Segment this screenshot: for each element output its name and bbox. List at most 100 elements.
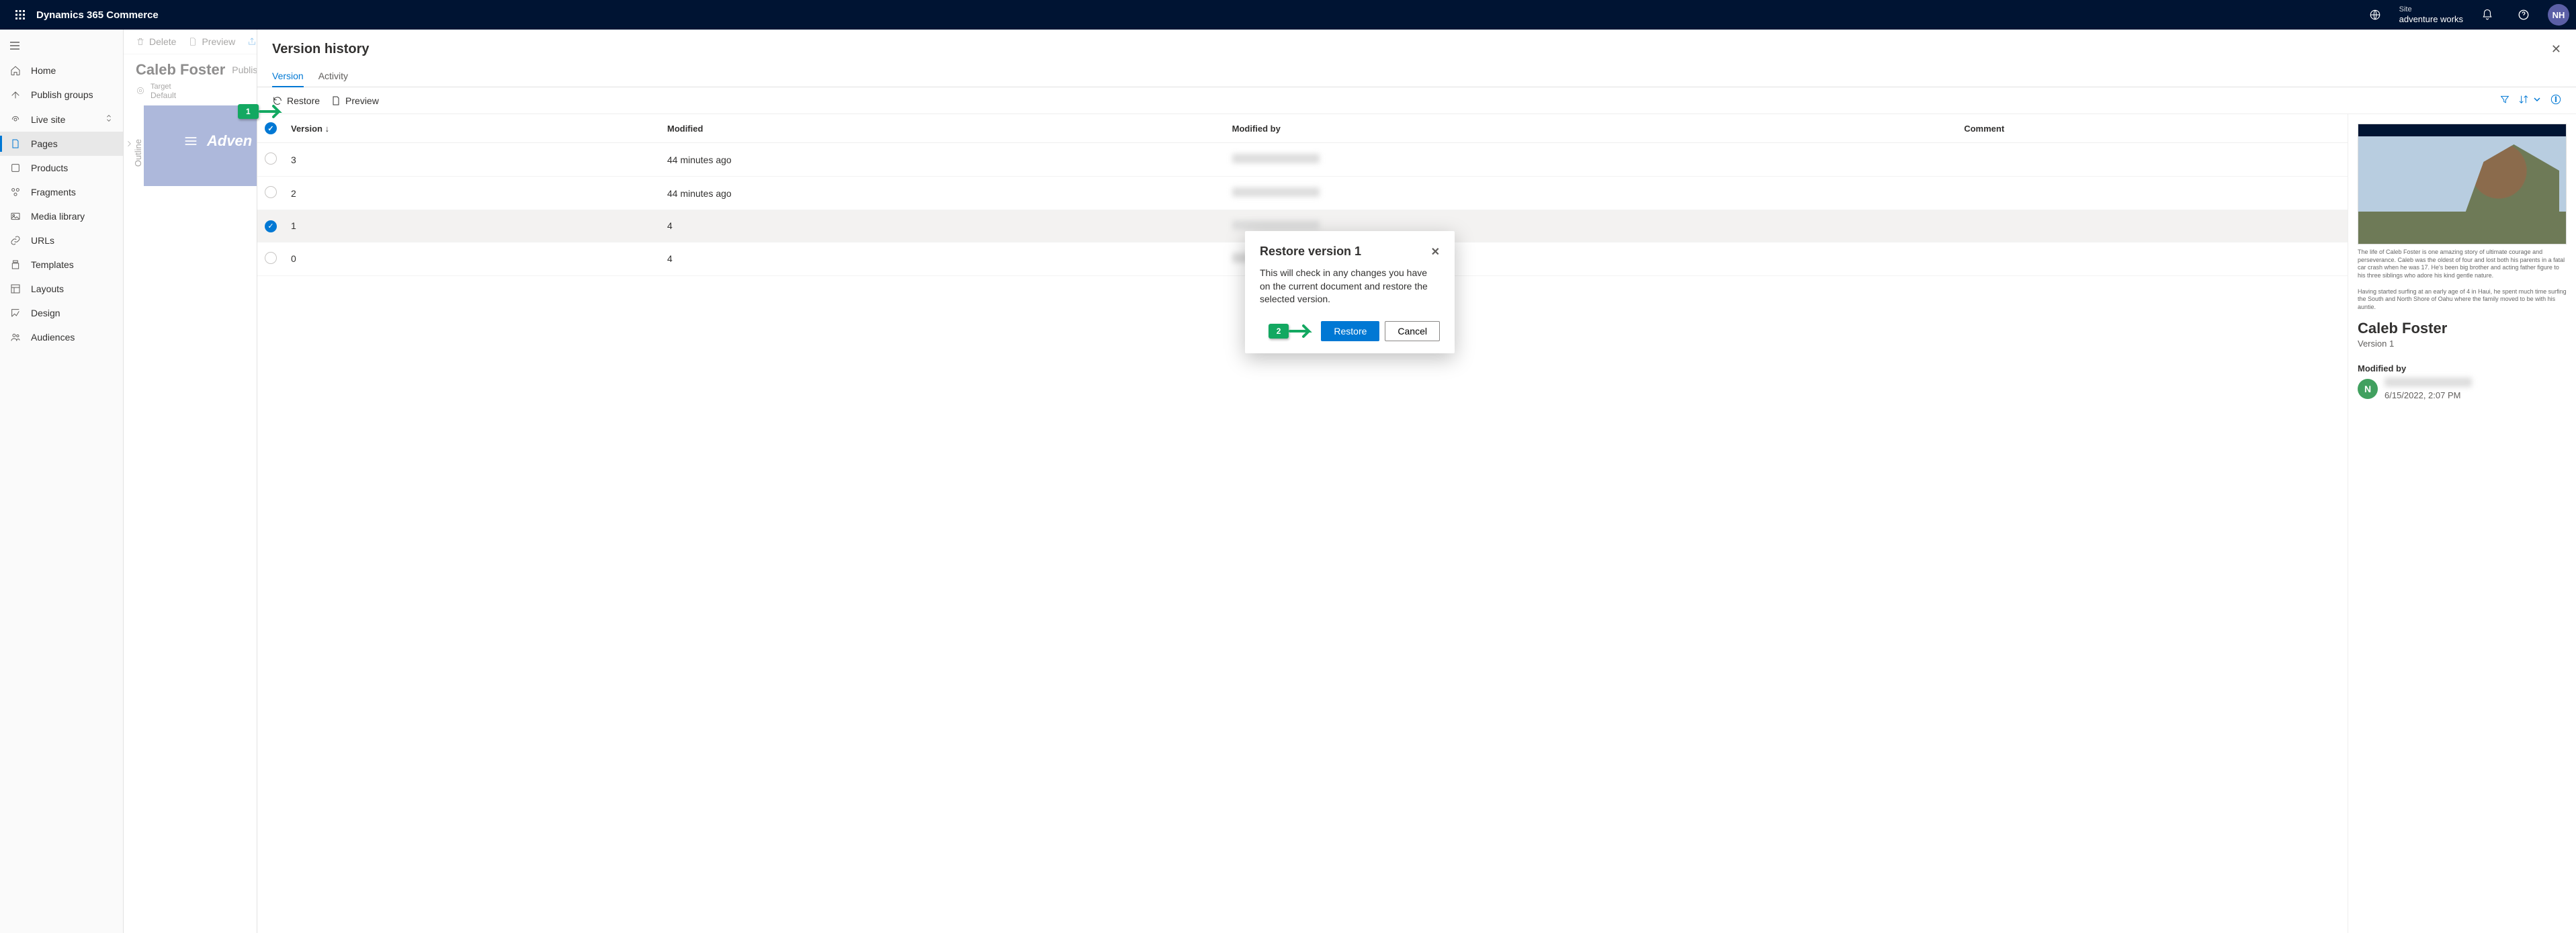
user-avatar[interactable]: NH — [2548, 4, 2569, 26]
sidebar-item-urls[interactable]: URLs — [0, 228, 123, 253]
sidebar-item-label: Design — [31, 308, 60, 318]
detail-modified-by-label: Modified by — [2358, 363, 2567, 373]
col-version[interactable]: Version ↓ — [284, 114, 660, 143]
sidebar-item-live-site[interactable]: Live site — [0, 107, 123, 132]
delete-button[interactable]: Delete — [136, 36, 176, 47]
callout-1: 1 — [238, 102, 286, 121]
design-icon — [9, 308, 22, 318]
modal-body: This will check in any changes you have … — [1260, 267, 1440, 306]
sort-down-icon: ↓ — [325, 124, 330, 134]
cell-version: 2 — [284, 177, 660, 210]
close-icon[interactable]: ✕ — [1431, 245, 1440, 259]
cell-modified-by — [1226, 143, 1958, 177]
col-modified-by[interactable]: Modified by — [1226, 114, 1958, 143]
outline-toggle[interactable]: Outline — [124, 105, 144, 186]
cell-modified: 44 minutes ago — [660, 143, 1226, 177]
tab-activity[interactable]: Activity — [318, 65, 348, 87]
products-icon — [9, 163, 22, 173]
target-value: Default — [151, 91, 176, 100]
filter-icon[interactable] — [2499, 94, 2510, 107]
template-icon — [9, 259, 22, 270]
menu-toggle-icon[interactable] — [0, 35, 123, 58]
version-preview-thumbnail — [2358, 124, 2567, 245]
sidebar-item-label: URLs — [31, 235, 54, 246]
version-details: The life of Caleb Foster is one amazing … — [2348, 114, 2576, 933]
callout-2: 2 — [1269, 321, 1316, 341]
tab-version[interactable]: Version — [272, 65, 304, 87]
sidebar-item-layouts[interactable]: Layouts — [0, 277, 123, 301]
page-title: Caleb Foster — [136, 61, 225, 79]
select-all-checkbox[interactable]: ✓ — [265, 122, 277, 134]
site-name: adventure works — [2399, 14, 2463, 24]
sidebar-item-label: Templates — [31, 259, 74, 270]
sidebar-item-design[interactable]: Design — [0, 301, 123, 325]
sidebar-item-home[interactable]: Home — [0, 58, 123, 83]
sidebar-item-label: Layouts — [31, 283, 64, 294]
modifier-avatar: N — [2358, 379, 2378, 399]
sidebar-item-pages[interactable]: Pages — [0, 132, 123, 156]
row-checkbox[interactable] — [265, 152, 277, 165]
cell-version: 0 — [284, 242, 660, 275]
sidebar-item-fragments[interactable]: Fragments — [0, 180, 123, 204]
preview-button[interactable]: Preview — [188, 36, 235, 47]
row-checkbox[interactable] — [265, 252, 277, 264]
sort-icon[interactable] — [2518, 94, 2542, 107]
cell-version: 1 — [284, 210, 660, 242]
col-comment[interactable]: Comment — [1957, 114, 2348, 143]
row-checkbox[interactable] — [265, 186, 277, 198]
apps-icon[interactable] — [7, 9, 34, 20]
table-row[interactable]: 344 minutes ago — [257, 143, 2348, 177]
outline-label: Outline — [133, 139, 143, 167]
close-icon[interactable]: ✕ — [2551, 42, 2561, 56]
sidebar-item-publish-groups[interactable]: Publish groups — [0, 83, 123, 107]
bell-icon[interactable] — [2475, 3, 2499, 27]
preview-version-button[interactable]: Preview — [331, 95, 379, 106]
col-modified[interactable]: Modified — [660, 114, 1226, 143]
expand-icon — [104, 114, 114, 125]
restore-confirm-button[interactable]: Restore — [1321, 321, 1379, 341]
sidebar-item-label: Products — [31, 163, 68, 173]
sidebar-item-templates[interactable]: Templates — [0, 253, 123, 277]
row-checkbox[interactable]: ✓ — [265, 220, 277, 232]
home-icon — [9, 65, 22, 76]
modifier-name-redacted — [2385, 377, 2472, 387]
sidebar-item-label: Fragments — [31, 187, 76, 197]
table-row[interactable]: 244 minutes ago — [257, 177, 2348, 210]
help-icon[interactable] — [2511, 3, 2536, 27]
cell-comment — [1957, 242, 2348, 275]
media-icon — [9, 211, 22, 222]
target-icon — [136, 86, 145, 97]
sidebar-item-audiences[interactable]: Audiences — [0, 325, 123, 349]
cell-modified-by — [1226, 177, 1958, 210]
target-label: Target — [151, 83, 176, 91]
globe-icon[interactable] — [2363, 3, 2387, 27]
live-icon — [9, 114, 22, 125]
sidebar-item-label: Publish groups — [31, 89, 93, 100]
version-history-panel: Version history ✕ Version Activity Resto… — [257, 30, 2576, 933]
modal-title: Restore version 1 — [1260, 245, 1361, 259]
cell-modified: 4 — [660, 242, 1226, 275]
brand-title: Dynamics 365 Commerce — [36, 9, 159, 21]
sidebar-item-label: Media library — [31, 211, 85, 222]
sidebar-item-label: Pages — [31, 138, 58, 149]
sidebar-item-products[interactable]: Products — [0, 156, 123, 180]
restore-modal: Restore version 1 ✕ This will check in a… — [1245, 231, 1455, 353]
detail-version: Version 1 — [2358, 339, 2567, 349]
site-picker[interactable]: Site adventure works — [2399, 5, 2463, 24]
layout-icon — [9, 283, 22, 294]
cell-modified: 44 minutes ago — [660, 177, 1226, 210]
info-icon[interactable] — [2550, 94, 2561, 107]
publish-icon — [9, 89, 22, 100]
site-label: Site — [2399, 5, 2463, 14]
detail-title: Caleb Foster — [2358, 320, 2567, 337]
cell-comment — [1957, 210, 2348, 242]
cell-comment — [1957, 143, 2348, 177]
sidebar: Home Publish groups Live site Pages Prod… — [0, 30, 124, 933]
sidebar-item-media[interactable]: Media library — [0, 204, 123, 228]
cell-modified: 4 — [660, 210, 1226, 242]
canvas-brand-text: Adven — [207, 132, 252, 150]
cancel-button[interactable]: Cancel — [1385, 321, 1440, 341]
audiences-icon — [9, 332, 22, 343]
preview-caption-2: Having started surfing at an early age o… — [2358, 288, 2567, 312]
sidebar-item-label: Audiences — [31, 332, 75, 343]
